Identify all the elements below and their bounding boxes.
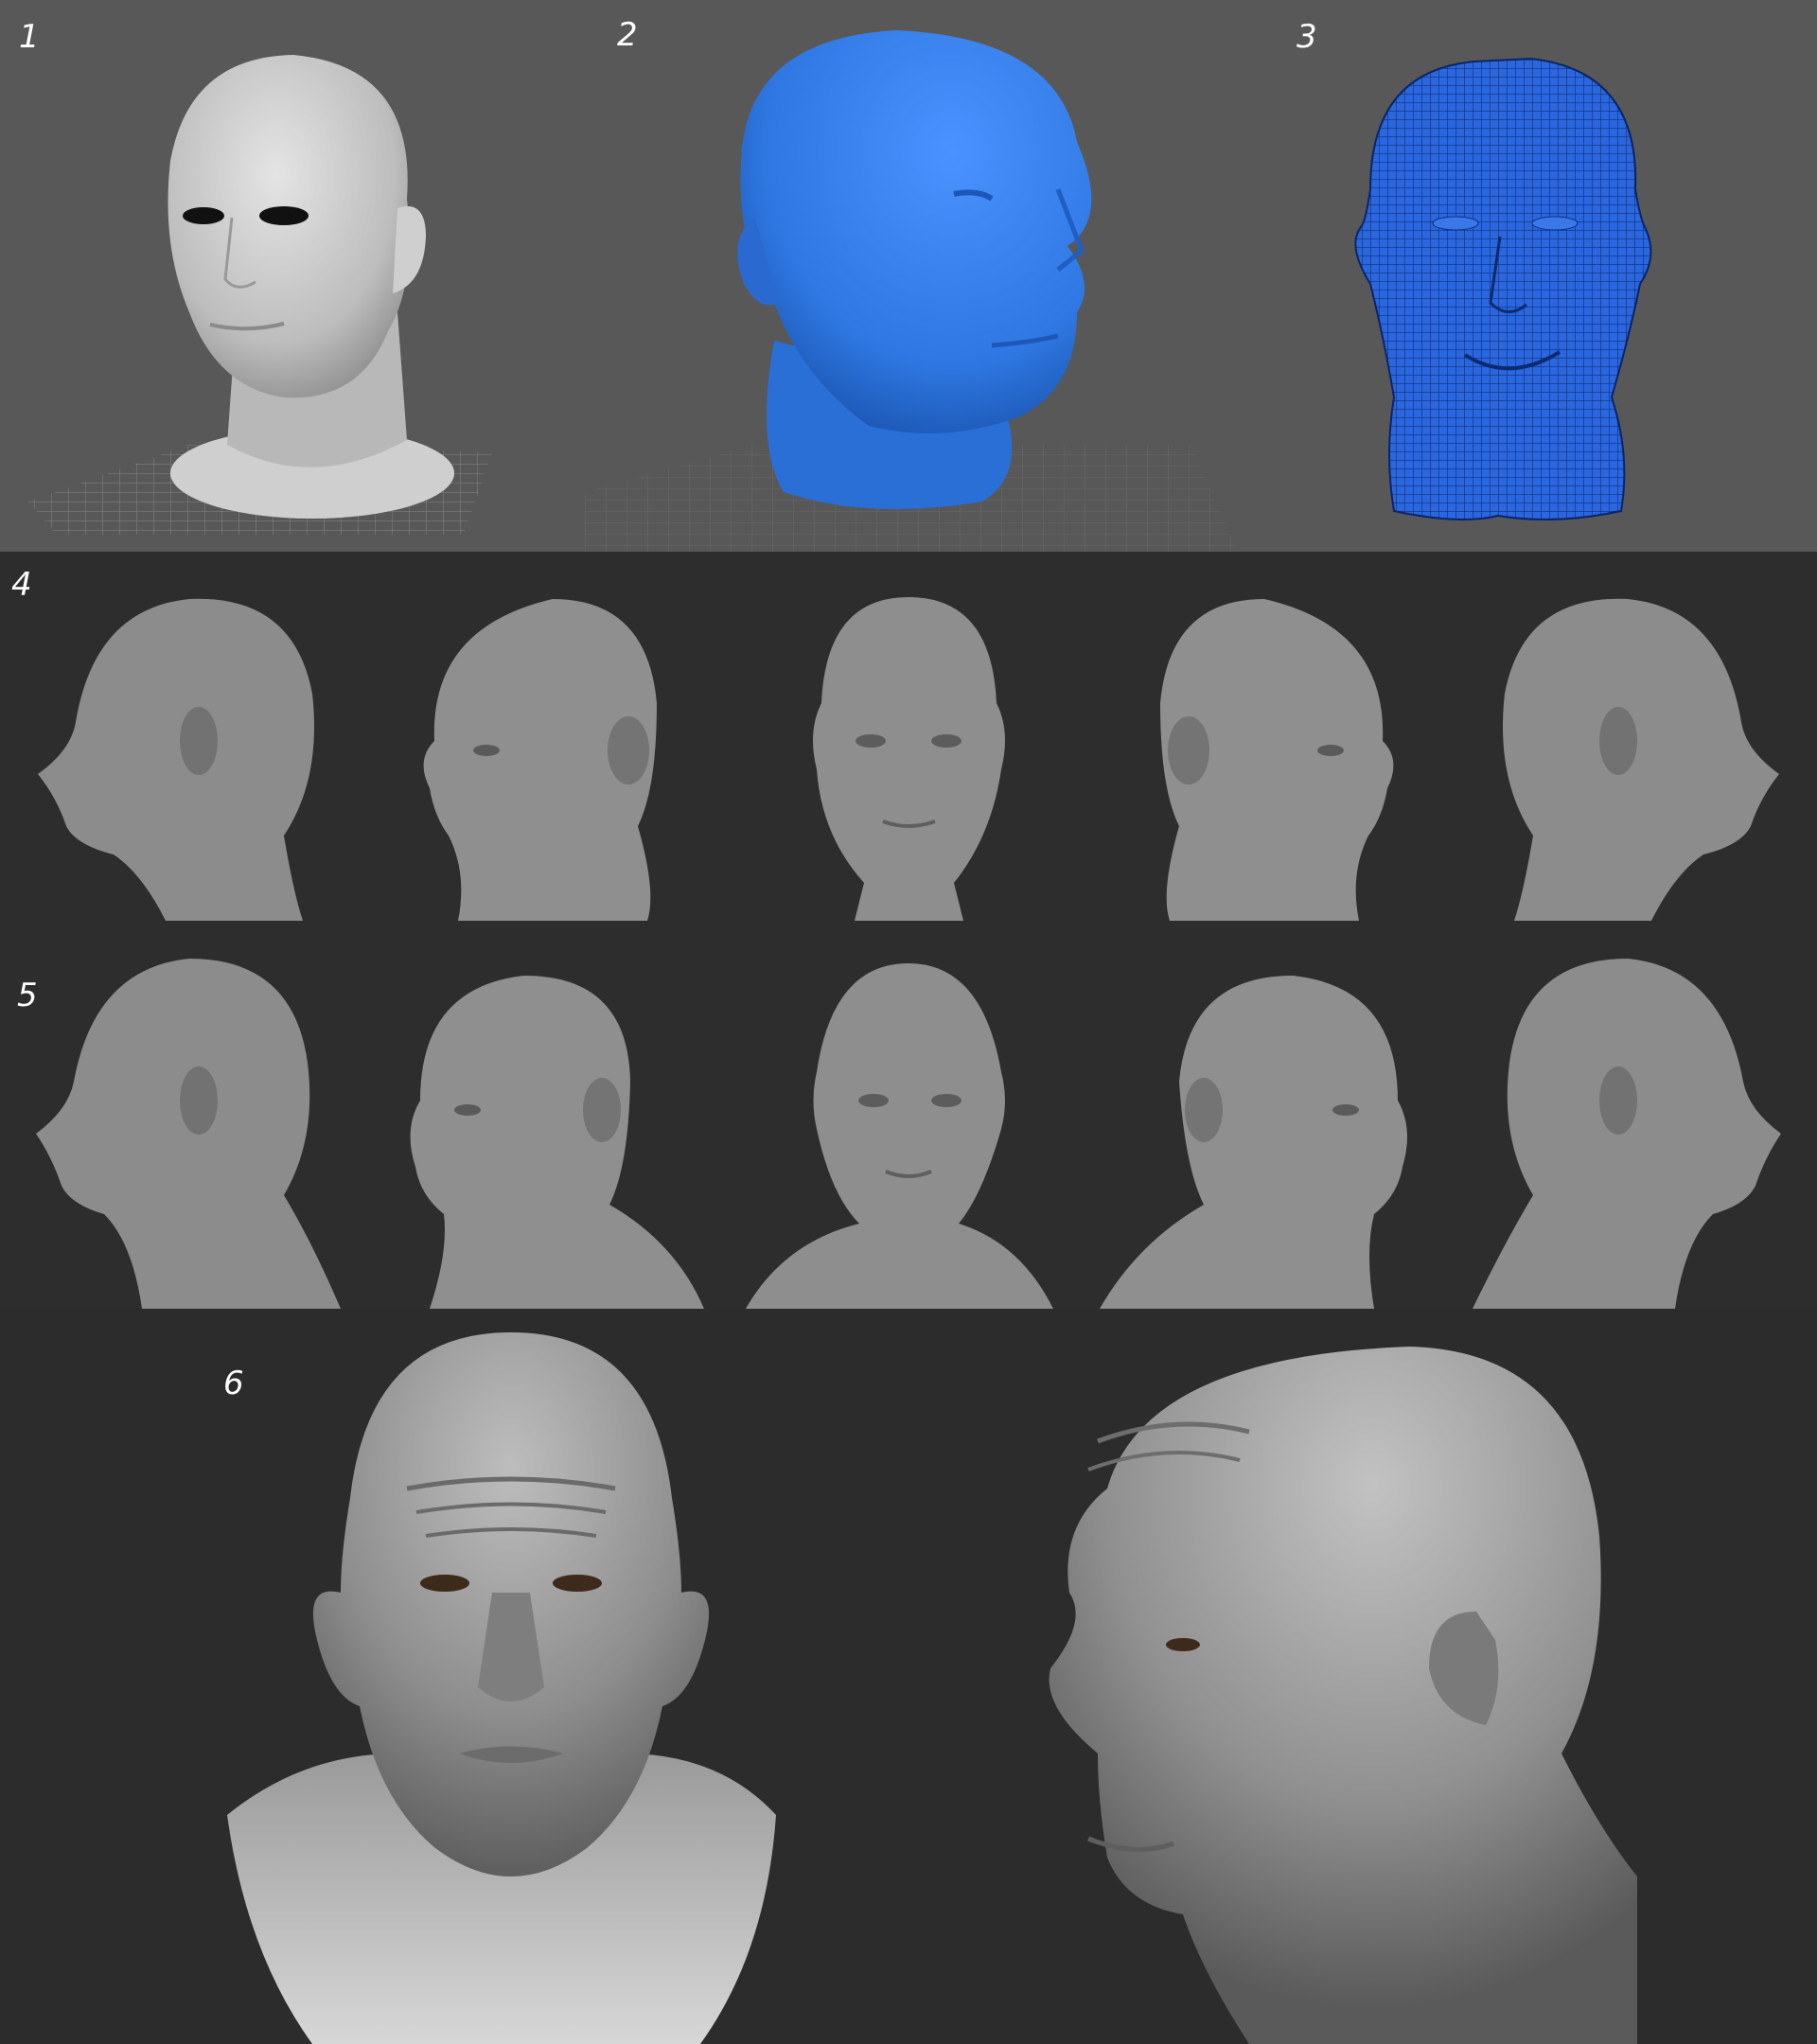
final-front-bust-image bbox=[227, 1332, 776, 2044]
row4-view-right-profile bbox=[1454, 552, 1817, 930]
final-three-quarter-bust-image bbox=[1049, 1347, 1637, 2044]
row5-view-front bbox=[727, 930, 1090, 1309]
row4-view-front bbox=[727, 552, 1090, 930]
step-4-turnaround-row: 4 bbox=[0, 552, 1817, 930]
row5-view-right-three-quarter bbox=[1090, 930, 1454, 1309]
step-1-label: 1 bbox=[19, 18, 40, 56]
row4-view-right-three-quarter bbox=[1090, 552, 1454, 930]
base-mesh-head-image bbox=[28, 55, 492, 535]
step-5-label: 5 bbox=[17, 977, 38, 1014]
step-6-label: 6 bbox=[223, 1365, 244, 1402]
blockout-head-image bbox=[585, 30, 1238, 552]
step-3-panel: 3 bbox=[1243, 0, 1817, 552]
row4-view-left-profile bbox=[0, 552, 363, 930]
step-2-panel: 2 bbox=[585, 0, 1243, 552]
top-progress-band: 1 2 3 bbox=[0, 0, 1817, 552]
step-1-panel: 1 bbox=[0, 0, 585, 552]
wireframe-head-image bbox=[1354, 57, 1652, 520]
row5-view-left-three-quarter bbox=[363, 930, 727, 1309]
row5-view-right-profile bbox=[1454, 930, 1817, 1309]
final-front-bust bbox=[208, 1309, 814, 2044]
row4-view-left-three-quarter bbox=[363, 552, 727, 930]
row5-view-left-profile bbox=[0, 930, 363, 1309]
step-3-label: 3 bbox=[1297, 18, 1317, 56]
step-2-label: 2 bbox=[617, 16, 638, 54]
step-6-final-row: 6 bbox=[0, 1309, 1817, 2044]
step-4-label: 4 bbox=[11, 566, 32, 604]
step-5-turnaround-row: 5 bbox=[0, 930, 1817, 1309]
final-three-quarter-bust bbox=[1032, 1309, 1694, 2044]
